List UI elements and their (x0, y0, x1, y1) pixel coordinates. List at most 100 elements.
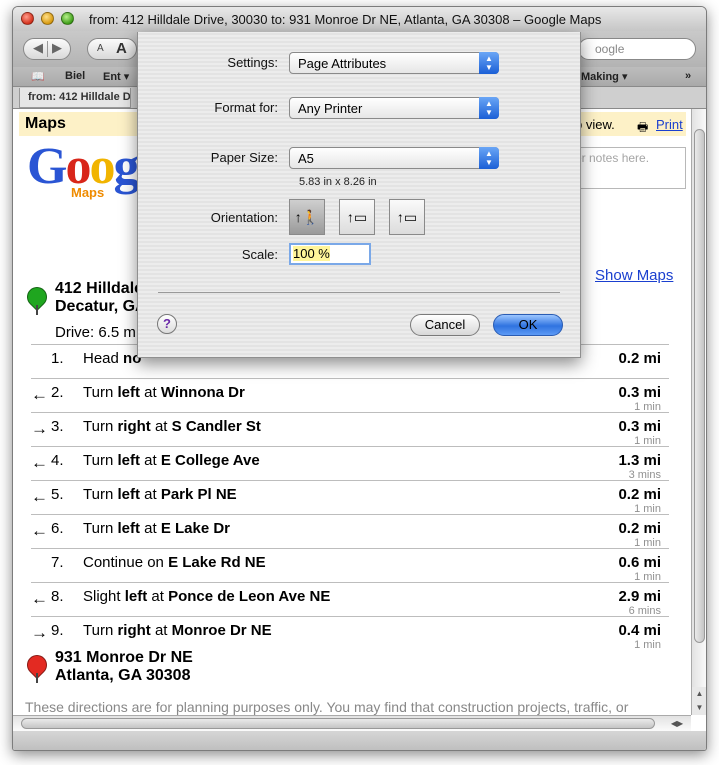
scale-input[interactable]: 100 % (289, 243, 371, 265)
step-distance: 0.4 mi (618, 622, 661, 639)
landscape-right-orientation-icon[interactable]: ↑▭ (389, 199, 425, 235)
forward-arrow-icon[interactable]: ▶ (52, 40, 62, 56)
format-for-value: Any Printer (298, 101, 363, 116)
step-distance: 0.3 mi (618, 418, 661, 435)
paper-size-label: Paper Size: (210, 150, 278, 165)
portrait-orientation-icon[interactable]: ↑🚶 (289, 199, 325, 235)
bookmark-menu[interactable]: Making ▾ (581, 70, 627, 83)
step-instruction: Turn left at Winnona Dr (83, 384, 245, 401)
step-distance: 1.3 mi (618, 452, 661, 469)
popup-chevron-icon: ▲ ▼ (479, 52, 499, 74)
end-address-line2: Atlanta, GA 30308 (55, 667, 191, 684)
back-forward-buttons: ◀ ▶ (23, 38, 71, 60)
bookmarks-book-icon[interactable]: 📖 (31, 70, 45, 83)
logo-letter: G (27, 138, 67, 195)
step-instruction: Turn left at Park Pl NE (83, 486, 237, 503)
step-number: 2. (51, 384, 64, 401)
step-distance: 0.3 mi (618, 384, 661, 401)
end-marker-stem (36, 673, 38, 683)
tab-google-maps[interactable]: from: 412 Hilldale D (19, 88, 131, 108)
show-maps-link[interactable]: Show Maps (595, 267, 673, 284)
direction-step[interactable]: ← 6. Turn left at E Lake Dr 0.2 mi 1 min (31, 514, 669, 549)
disclaimer-text: These directions are for planning purpos… (25, 699, 629, 715)
step-number: 3. (51, 418, 64, 435)
step-distance: 0.2 mi (618, 350, 661, 367)
orientation-label: Orientation: (210, 210, 278, 225)
step-number: 7. (51, 554, 64, 571)
settings-popup[interactable]: Page Attributes ▲ ▼ (289, 52, 499, 74)
divider (158, 292, 560, 293)
window-title: from: 412 Hilldale Drive, 30030 to: 931 … (89, 12, 602, 27)
turn-arrow-icon: ← (31, 487, 48, 506)
direction-step[interactable]: → 3. Turn right at S Candler St 0.3 mi 1 min (31, 412, 669, 447)
step-time: 1 min (634, 639, 661, 651)
step-number: 6. (51, 520, 64, 537)
vertical-scroll-arrows-icon[interactable]: ▲ ▼ (692, 687, 706, 715)
back-arrow-icon[interactable]: ◀ (33, 40, 43, 56)
step-instruction: Slight left at Ponce de Leon Ave NE (83, 588, 331, 605)
page-setup-sheet: Settings: Page Attributes ▲ ▼ Format for:… (137, 32, 581, 358)
step-instruction: Head no (83, 350, 142, 367)
minimize-window-button[interactable] (41, 12, 54, 25)
notes-field[interactable]: er notes here. (568, 147, 686, 189)
step-instruction: Turn right at Monroe Dr NE (83, 622, 272, 639)
step-number: 5. (51, 486, 64, 503)
paper-dimensions: 5.83 in x 8.26 in (299, 176, 377, 188)
step-number: 4. (51, 452, 64, 469)
horizontal-scroll-arrows-icon[interactable]: ◀▶ (663, 716, 691, 731)
step-instruction: Turn right at S Candler St (83, 418, 261, 435)
paper-size-value: A5 (298, 151, 314, 166)
step-distance: 2.9 mi (618, 588, 661, 605)
turn-arrow-icon: ← (31, 589, 48, 608)
step-distance: 0.2 mi (618, 486, 661, 503)
ok-button[interactable]: OK (493, 314, 563, 336)
horizontal-scrollbar[interactable]: ◀▶ (13, 715, 691, 731)
turn-arrow-icon: → (31, 419, 48, 438)
landscape-left-orientation-icon[interactable]: ↑▭ (339, 199, 375, 235)
step-distance: 0.2 mi (618, 520, 661, 537)
title-bar[interactable]: from: 412 Hilldale Drive, 30030 to: 931 … (13, 7, 706, 31)
settings-value: Page Attributes (298, 56, 387, 71)
divider (47, 41, 48, 57)
direction-step[interactable]: ← 8. Slight left at Ponce de Leon Ave NE 2.… (31, 582, 669, 617)
step-number: 1. (51, 350, 64, 367)
direction-step[interactable]: ← 5. Turn left at Park Pl NE 0.2 mi 1 min (31, 480, 669, 515)
start-address-line1: 412 Hilldale (55, 280, 144, 297)
turn-arrow-icon: ← (31, 385, 48, 404)
end-address-line1: 931 Monroe Dr NE (55, 649, 193, 666)
step-instruction: Continue on E Lake Rd NE (83, 554, 266, 571)
print-link[interactable]: Print (656, 117, 683, 132)
turn-arrow-icon: ← (31, 453, 48, 472)
more-bookmarks-icon[interactable]: » (685, 70, 691, 82)
search-field[interactable]: oogle (578, 38, 696, 60)
popup-chevron-icon: ▲ ▼ (479, 97, 499, 119)
format-for-popup[interactable]: Any Printer ▲ ▼ (289, 97, 499, 119)
horizontal-scroll-thumb[interactable] (21, 718, 655, 729)
step-instruction: Turn left at E College Ave (83, 452, 260, 469)
vertical-scrollbar[interactable]: ▲ ▼ (691, 109, 706, 715)
cancel-button[interactable]: Cancel (410, 314, 480, 336)
direction-step[interactable]: ← 4. Turn left at E College Ave 1.3 mi 3 min… (31, 446, 669, 481)
direction-step[interactable]: → 9. Turn right at Monroe Dr NE 0.4 mi 1 min (31, 616, 669, 651)
bookmark-item[interactable]: Biel (65, 70, 85, 82)
decrease-text-size-button[interactable]: A (97, 43, 104, 54)
vertical-scroll-thumb[interactable] (694, 129, 705, 643)
bookmark-menu[interactable]: Ent ▾ (103, 70, 129, 83)
logo-maps-label: Maps (71, 185, 105, 200)
zoom-window-button[interactable] (61, 12, 74, 25)
help-button[interactable]: ? (157, 314, 177, 334)
start-marker-stem (36, 305, 38, 315)
start-address-line2: Decatur, GA (55, 298, 147, 315)
increase-text-size-button[interactable]: A (116, 40, 127, 57)
status-bar (13, 731, 706, 750)
direction-step[interactable]: 7. Continue on E Lake Rd NE 0.6 mi 1 min (31, 548, 669, 583)
scale-value: 100 % (293, 246, 330, 261)
scale-label: Scale: (241, 247, 278, 262)
paper-size-popup[interactable]: A5 ▲ ▼ (289, 147, 499, 169)
direction-step[interactable]: ← 2. Turn left at Winnona Dr 0.3 mi 1 min (31, 378, 669, 413)
close-window-button[interactable] (21, 12, 34, 25)
logo-letter: g (113, 138, 139, 195)
step-number: 8. (51, 588, 64, 605)
printer-icon[interactable]: 🖶 (637, 118, 651, 134)
drive-summary: Drive: 6.5 m (55, 324, 136, 341)
